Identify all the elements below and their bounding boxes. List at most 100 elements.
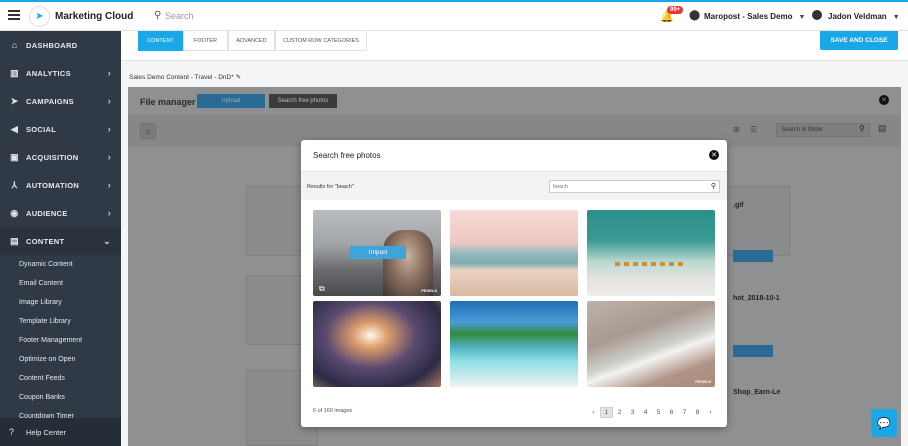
help-center-link[interactable]: ? Help Center — [0, 418, 121, 446]
photo-credit: PEXELS — [695, 379, 711, 384]
sidebar-item-social[interactable]: ◀ SOCIAL › — [0, 115, 121, 143]
save-and-close-button[interactable]: SAVE AND CLOSE — [820, 31, 898, 50]
photo-result[interactable]: Import ⧉ PEXELS — [313, 210, 441, 296]
sidebar-item-analytics[interactable]: ▥ ANALYTICS › — [0, 59, 121, 87]
page-8[interactable]: 8 — [691, 407, 704, 418]
upload-button[interactable]: Upload — [197, 94, 265, 108]
search-photos-modal: Search free photos ✕ Results for "beach"… — [301, 140, 727, 427]
file-card[interactable] — [718, 186, 790, 256]
photo-search-input[interactable]: beach ⚲ — [549, 180, 720, 193]
modal-footer: 6 of 160 images ‹ 1 2 3 4 5 6 7 8 › — [301, 402, 727, 427]
app-logo-icon[interactable]: ➤ — [29, 6, 50, 27]
photo-result[interactable]: PEXELS — [587, 301, 715, 387]
photo-credit: PEXELS — [421, 288, 437, 293]
sidebar-subitem-dynamic-content[interactable]: Dynamic Content — [0, 255, 121, 274]
insert-button[interactable] — [733, 250, 773, 262]
paper-plane-icon: ➤ — [10, 95, 19, 106]
top-bar: ➤ Marketing Cloud ⚲ Search 🔔 99+ ⬤ Marop… — [0, 0, 908, 31]
caret-down-icon: ▼ — [798, 14, 806, 21]
sidebar-subitem-email-content[interactable]: Email Content — [0, 274, 121, 293]
search-icon[interactable]: ⚲ — [859, 124, 865, 133]
page-1[interactable]: 1 — [600, 407, 613, 418]
content-icon: ▤ — [10, 235, 19, 246]
global-search-input[interactable]: Search — [165, 11, 194, 21]
tab-custom-row-categories[interactable]: CUSTOM ROW CATEGORIES — [275, 31, 367, 51]
sidebar-item-label: AUTOMATION — [26, 180, 80, 190]
prev-page-icon[interactable]: ‹ — [587, 407, 600, 418]
sidebar-item-dashboard[interactable]: ⌂ DASHBOARD — [0, 31, 121, 59]
photo-result[interactable] — [587, 210, 715, 296]
close-icon[interactable]: ✕ — [709, 150, 719, 160]
user-avatar-icon[interactable] — [812, 10, 822, 20]
list-view-icon[interactable]: ☰ — [750, 125, 757, 134]
sidebar-subitem-content-feeds[interactable]: Content Feeds — [0, 369, 121, 388]
megaphone-icon: ◀ — [10, 123, 19, 134]
sidebar-item-campaigns[interactable]: ➤ CAMPAIGNS › — [0, 87, 121, 115]
breadcrumb: Sales Demo Content - Travel - DnD* ✎ — [129, 73, 241, 81]
chat-icon[interactable]: 💬 — [871, 409, 897, 437]
search-icon[interactable]: ⚲ — [154, 10, 161, 21]
photo-result[interactable] — [450, 301, 578, 387]
search-folder-input[interactable]: Search in folder — [776, 123, 870, 137]
tab-content[interactable]: CONTENT — [138, 31, 183, 51]
photo-result[interactable] — [450, 210, 578, 296]
edit-pencil-icon[interactable]: ✎ — [236, 74, 241, 81]
sidebar-item-label: CAMPAIGNS — [26, 96, 74, 106]
grid-view-icon[interactable]: ⊞ — [733, 125, 740, 134]
chevron-right-icon: › — [107, 152, 111, 162]
sidebar-item-audience[interactable]: ◉ AUDIENCE › — [0, 199, 121, 227]
tab-advanced[interactable]: ADVANCED — [228, 31, 275, 51]
file-manager-title: File manager — [140, 97, 196, 107]
insert-button[interactable] — [733, 345, 773, 357]
search-free-photos-button[interactable]: Search free photos — [269, 94, 337, 108]
sidebar-item-label: ACQUISITION — [26, 152, 79, 162]
page-2[interactable]: 2 — [613, 407, 626, 418]
search-icon[interactable]: ⚲ — [711, 182, 716, 190]
sidebar-item-automation[interactable]: ⅄ AUTOMATION › — [0, 171, 121, 199]
location-pin-icon: ⬤ — [689, 10, 701, 21]
chevron-right-icon: › — [107, 124, 111, 134]
page-6[interactable]: 6 — [665, 407, 678, 418]
home-folder-icon[interactable]: ⌂ — [140, 123, 156, 139]
hamburger-menu-icon[interactable] — [8, 10, 20, 20]
account-switcher[interactable]: Maropost - Sales Demo ▼ — [704, 12, 805, 21]
sidebar-item-acquisition[interactable]: ▣ ACQUISITION › — [0, 143, 121, 171]
modal-title: Search free photos — [313, 151, 381, 160]
file-name: Shop_Earn-Le — [733, 389, 781, 396]
app-title: Marketing Cloud — [55, 11, 134, 22]
sidebar: ⌂ DASHBOARD ▥ ANALYTICS › ➤ CAMPAIGNS › ◀ SOCI… — [0, 31, 121, 446]
sidebar-subitem-image-library[interactable]: Image Library — [0, 293, 121, 312]
results-label: Results for "beach" — [307, 184, 354, 190]
sidebar-item-label: ANALYTICS — [26, 68, 71, 78]
sidebar-item-label: AUDIENCE — [26, 208, 68, 218]
chart-icon: ▥ — [10, 67, 19, 78]
folder-settings-icon[interactable]: ▤ — [878, 123, 887, 134]
help-icon: ? — [9, 427, 15, 437]
caret-down-icon: ▼ — [892, 14, 900, 21]
photo-result[interactable] — [313, 301, 441, 387]
close-icon[interactable]: ✕ — [879, 95, 889, 105]
sidebar-item-label: SOCIAL — [26, 124, 57, 134]
help-label: Help Center — [26, 427, 67, 437]
sidebar-subitem-coupon-banks[interactable]: Coupon Banks — [0, 388, 121, 407]
page-7[interactable]: 7 — [678, 407, 691, 418]
page-3[interactable]: 3 — [626, 407, 639, 418]
photo-detail — [615, 262, 685, 266]
sidebar-item-label: CONTENT — [26, 236, 65, 246]
network-icon: ⅄ — [11, 179, 18, 190]
tab-footer[interactable]: FOOTER — [183, 31, 228, 51]
user-menu[interactable]: Jadon Veldman ▼ — [828, 12, 900, 21]
chevron-right-icon: › — [107, 96, 111, 106]
chevron-right-icon: › — [107, 208, 111, 218]
page-5[interactable]: 5 — [652, 407, 665, 418]
sidebar-item-content[interactable]: ▤ CONTENT ⌄ — [0, 227, 121, 255]
external-link-icon[interactable]: ⧉ — [319, 284, 325, 294]
next-page-icon[interactable]: › — [704, 407, 717, 418]
chevron-down-icon: ⌄ — [103, 235, 111, 246]
sidebar-subitem-optimize-on-open[interactable]: Optimize on Open — [0, 350, 121, 369]
sidebar-subitem-footer-management[interactable]: Footer Management — [0, 331, 121, 350]
page-4[interactable]: 4 — [639, 407, 652, 418]
import-button[interactable]: Import — [350, 246, 406, 259]
sidebar-subitem-template-library[interactable]: Template Library — [0, 312, 121, 331]
results-bar: Results for "beach" beach ⚲ — [301, 172, 727, 200]
